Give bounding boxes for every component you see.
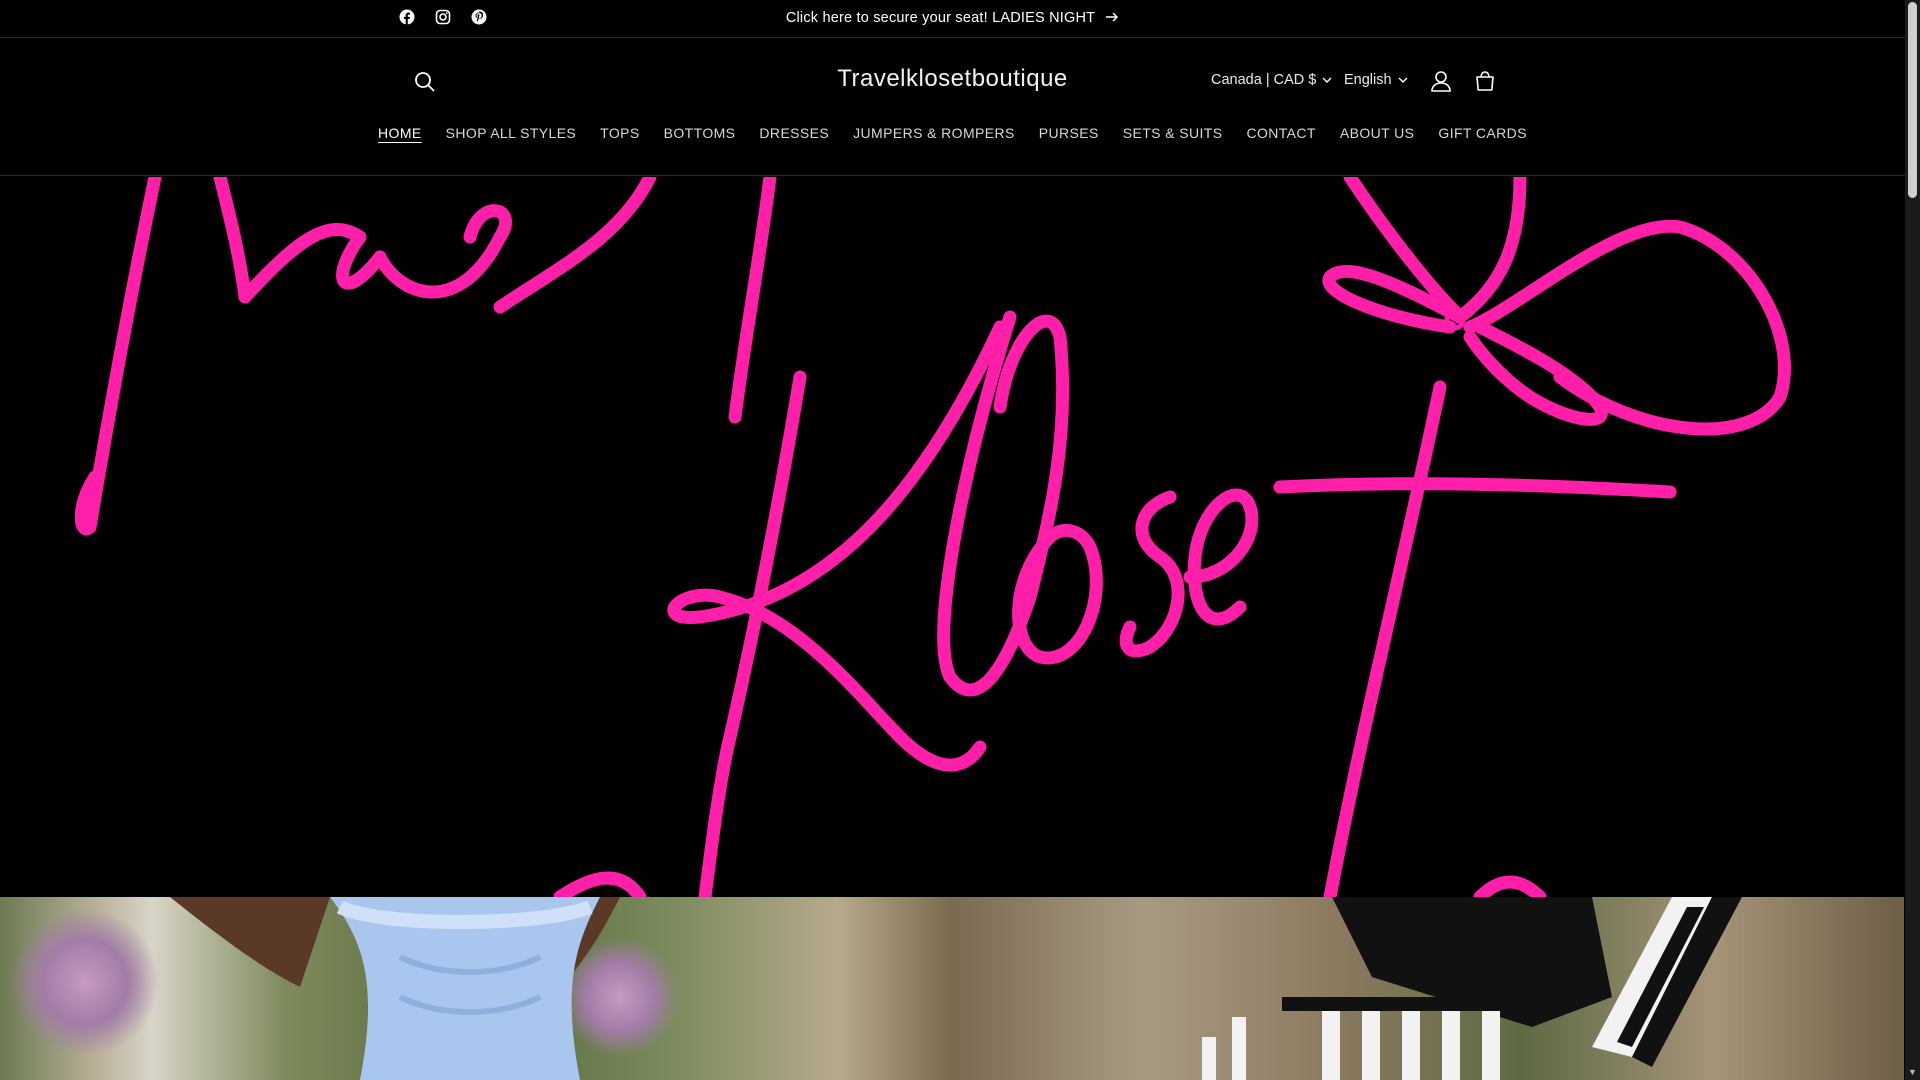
hero-script-artwork	[74, 177, 1791, 897]
nav-item-sets-suits[interactable]: SETS & SUITS	[1123, 125, 1223, 143]
announcement-link[interactable]: Click here to secure your seat! LADIES N…	[0, 10, 1905, 26]
chevron-down-icon	[1322, 72, 1332, 88]
nav-item-bottoms[interactable]: BOTTOMS	[664, 125, 736, 143]
nav-item-about-us[interactable]: ABOUT US	[1340, 125, 1415, 143]
arrow-right-icon	[1105, 10, 1119, 26]
account-icon[interactable]	[1428, 68, 1454, 94]
hero-banner[interactable]	[0, 177, 1905, 897]
striped-figure	[1202, 897, 1742, 1080]
announcement-bar: Click here to secure your seat! LADIES N…	[0, 0, 1905, 38]
nav-item-jumpers-rompers[interactable]: JUMPERS & ROMPERS	[853, 125, 1015, 143]
nav-item-contact[interactable]: CONTACT	[1246, 125, 1315, 143]
language-selector[interactable]: English	[1344, 72, 1408, 88]
scrollbar-thumb[interactable]	[1908, 2, 1917, 198]
chevron-down-icon	[1398, 72, 1408, 88]
country-label: Canada | CAD $	[1211, 72, 1317, 88]
site-header: Travelklosetboutique Canada | CAD $ Engl…	[0, 39, 1905, 176]
nav-item-tops[interactable]: TOPS	[600, 125, 639, 143]
nav-item-home[interactable]: HOME	[378, 125, 422, 143]
country-selector[interactable]: Canada | CAD $	[1211, 72, 1332, 88]
nav-item-purses[interactable]: PURSES	[1039, 125, 1099, 143]
product-image-striped-outfit[interactable]	[952, 897, 1904, 1080]
scroll-down-arrow-icon[interactable]: ▼	[1908, 1067, 1917, 1077]
announcement-text: Click here to secure your seat! LADIES N…	[785, 10, 1095, 26]
collection-tiles	[0, 897, 1905, 1080]
nav-item-dresses[interactable]: DRESSES	[759, 125, 829, 143]
language-label: English	[1344, 72, 1392, 88]
dress-figure	[170, 897, 620, 1080]
main-nav: HOME SHOP ALL STYLES TOPS BOTTOMS DRESSE…	[0, 125, 1905, 143]
nav-item-gift-cards[interactable]: GIFT CARDS	[1438, 125, 1527, 143]
product-image-blue-dress[interactable]	[0, 897, 952, 1080]
cart-icon[interactable]	[1472, 68, 1498, 94]
site-logo[interactable]: Travelklosetboutique	[0, 65, 1905, 93]
page-scrollbar[interactable]: ▼	[1905, 0, 1920, 1080]
nav-item-shop-all-styles[interactable]: SHOP ALL STYLES	[446, 125, 577, 143]
